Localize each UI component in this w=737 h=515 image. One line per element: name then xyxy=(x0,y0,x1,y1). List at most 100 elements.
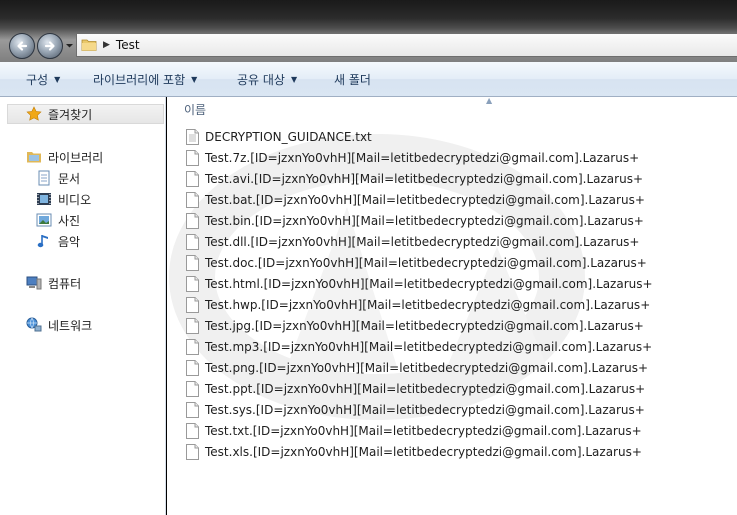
computer-icon xyxy=(26,275,42,291)
file-row[interactable]: Test.xls.[ID=jzxnYo0vhH][Mail=letitbedec… xyxy=(186,441,726,462)
chevron-down-icon: ▼ xyxy=(54,74,61,84)
file-name: Test.txt.[ID=jzxnYo0vhH][Mail=letitbedec… xyxy=(205,423,642,438)
blank-file-icon xyxy=(186,254,199,271)
file-name: Test.doc.[ID=jzxnYo0vhH][Mail=letitbedec… xyxy=(205,255,647,270)
folder-icon xyxy=(81,39,97,51)
file-name: Test.html.[ID=jzxnYo0vhH][Mail=letitbede… xyxy=(205,276,653,291)
file-list-pane: 이름 ▲ DECRYPTION_GUIDANCE.txt Test.7z.[ID=… xyxy=(167,97,737,515)
file-name: Test.bat.[ID=jzxnYo0vhH][Mail=letitbedec… xyxy=(205,192,645,207)
blank-file-icon xyxy=(186,443,199,460)
blank-file-icon xyxy=(186,338,199,355)
command-bar: 구성 ▼ 라이브러리에 포함 ▼ 공유 대상 ▼ 새 폴더 xyxy=(0,62,737,97)
file-name: Test.sys.[ID=jzxnYo0vhH][Mail=letitbedec… xyxy=(205,402,645,417)
file-name: Test.png.[ID=jzxnYo0vhH][Mail=letitbedec… xyxy=(205,360,649,375)
film-icon xyxy=(36,191,52,207)
address-bar[interactable]: ▶ Test xyxy=(76,33,737,57)
blank-file-icon xyxy=(186,191,199,208)
sidebar-item-label: 문서 xyxy=(58,171,81,186)
file-name: DECRYPTION_GUIDANCE.txt xyxy=(205,129,372,144)
chevron-down-icon xyxy=(66,44,73,48)
sidebar-item-pictures[interactable]: 사진 xyxy=(36,211,80,229)
picture-icon xyxy=(36,212,52,228)
file-name: Test.hwp.[ID=jzxnYo0vhH][Mail=letitbedec… xyxy=(205,297,651,312)
blank-file-icon xyxy=(186,317,199,334)
file-name: Test.bin.[ID=jzxnYo0vhH][Mail=letitbedec… xyxy=(205,213,644,228)
file-row[interactable]: Test.txt.[ID=jzxnYo0vhH][Mail=letitbedec… xyxy=(186,420,726,441)
network-icon xyxy=(26,317,42,333)
organize-menu[interactable]: 구성 ▼ xyxy=(26,71,60,88)
file-row[interactable]: Test.bat.[ID=jzxnYo0vhH][Mail=letitbedec… xyxy=(186,189,726,210)
file-name: Test.mp3.[ID=jzxnYo0vhH][Mail=letitbedec… xyxy=(205,339,653,354)
file-list: DECRYPTION_GUIDANCE.txt Test.7z.[ID=jzxnY… xyxy=(186,126,726,462)
blank-file-icon xyxy=(186,212,199,229)
include-in-library-label: 라이브러리에 포함 xyxy=(93,72,186,87)
sidebar-item-videos[interactable]: 비디오 xyxy=(36,190,91,208)
sidebar-item-documents[interactable]: 문서 xyxy=(36,169,80,187)
favorites-item[interactable]: 즐겨찾기 xyxy=(7,104,164,124)
window-titlebar: ▶ Test xyxy=(0,0,737,62)
file-row[interactable]: Test.doc.[ID=jzxnYo0vhH][Mail=letitbedec… xyxy=(186,252,726,273)
back-arrow-icon xyxy=(17,41,28,51)
file-name: Test.jpg.[ID=jzxnYo0vhH][Mail=letitbedec… xyxy=(205,318,644,333)
file-row[interactable]: Test.avi.[ID=jzxnYo0vhH][Mail=letitbedec… xyxy=(186,168,726,189)
new-folder-label: 새 폴더 xyxy=(334,72,371,87)
column-header-name[interactable]: 이름 xyxy=(184,101,206,118)
file-row[interactable]: Test.sys.[ID=jzxnYo0vhH][Mail=letitbedec… xyxy=(186,399,726,420)
favorites-label: 즐겨찾기 xyxy=(48,107,93,122)
blank-file-icon xyxy=(186,359,199,376)
share-with-label: 공유 대상 xyxy=(237,72,285,87)
organize-label: 구성 xyxy=(26,72,49,87)
file-row[interactable]: Test.7z.[ID=jzxnYo0vhH][Mail=letitbedecr… xyxy=(186,147,726,168)
library-icon xyxy=(26,149,42,165)
recent-pages-dropdown[interactable] xyxy=(65,41,74,50)
blank-file-icon xyxy=(186,233,199,250)
chevron-down-icon: ▼ xyxy=(290,74,298,84)
blank-file-icon xyxy=(186,275,199,292)
back-button[interactable] xyxy=(9,33,35,59)
file-row[interactable]: Test.dll.[ID=jzxnYo0vhH][Mail=letitbedec… xyxy=(186,231,726,252)
sidebar-item-label: 사진 xyxy=(58,213,81,228)
file-name: Test.dll.[ID=jzxnYo0vhH][Mail=letitbedec… xyxy=(205,234,640,249)
sidebar-item-network[interactable]: 네트워크 xyxy=(26,316,92,334)
sidebar-item-label: 비디오 xyxy=(58,192,92,207)
forward-arrow-icon xyxy=(44,41,55,51)
music-note-icon xyxy=(36,233,52,249)
breadcrumb-current[interactable]: Test xyxy=(116,38,140,52)
file-row[interactable]: Test.html.[ID=jzxnYo0vhH][Mail=letitbede… xyxy=(186,273,726,294)
file-row[interactable]: Test.hwp.[ID=jzxnYo0vhH][Mail=letitbedec… xyxy=(186,294,726,315)
blank-file-icon xyxy=(186,401,199,418)
file-name: Test.avi.[ID=jzxnYo0vhH][Mail=letitbedec… xyxy=(205,171,643,186)
text-file-icon xyxy=(186,128,199,145)
sidebar-item-music[interactable]: 음악 xyxy=(36,232,80,250)
file-row[interactable]: Test.png.[ID=jzxnYo0vhH][Mail=letitbedec… xyxy=(186,357,726,378)
document-icon xyxy=(36,170,52,186)
file-row[interactable]: DECRYPTION_GUIDANCE.txt xyxy=(186,126,726,147)
sidebar-item-libraries[interactable]: 라이브러리 xyxy=(26,148,103,166)
blank-file-icon xyxy=(186,422,199,439)
file-row[interactable]: Test.ppt.[ID=jzxnYo0vhH][Mail=letitbedec… xyxy=(186,378,726,399)
sidebar-item-label: 라이브러리 xyxy=(48,150,104,165)
file-row[interactable]: Test.jpg.[ID=jzxnYo0vhH][Mail=letitbedec… xyxy=(186,315,726,336)
include-in-library-menu[interactable]: 라이브러리에 포함 ▼ xyxy=(93,71,197,88)
sidebar-item-label: 컴퓨터 xyxy=(48,276,82,291)
blank-file-icon xyxy=(186,170,199,187)
breadcrumb-separator-icon[interactable]: ▶ xyxy=(103,40,110,50)
navigation-pane: 즐겨찾기 라이브러리 문서 비디오 사진 음악 컴퓨터 네트워크 xyxy=(0,97,166,515)
sidebar-item-label: 네트워크 xyxy=(48,318,93,333)
chevron-down-icon: ▼ xyxy=(191,74,198,84)
sidebar-item-computer[interactable]: 컴퓨터 xyxy=(26,274,81,292)
sort-ascending-icon: ▲ xyxy=(486,97,493,105)
sidebar-item-label: 음악 xyxy=(58,234,81,249)
new-folder-button[interactable]: 새 폴더 xyxy=(334,71,371,88)
file-name: Test.xls.[ID=jzxnYo0vhH][Mail=letitbedec… xyxy=(205,444,642,459)
blank-file-icon xyxy=(186,296,199,313)
file-row[interactable]: Test.bin.[ID=jzxnYo0vhH][Mail=letitbedec… xyxy=(186,210,726,231)
share-with-menu[interactable]: 공유 대상 ▼ xyxy=(237,71,297,88)
star-icon xyxy=(26,106,42,121)
file-name: Test.ppt.[ID=jzxnYo0vhH][Mail=letitbedec… xyxy=(205,381,646,396)
blank-file-icon xyxy=(186,380,199,397)
blank-file-icon xyxy=(186,149,199,166)
file-name: Test.7z.[ID=jzxnYo0vhH][Mail=letitbedecr… xyxy=(205,150,640,165)
forward-button[interactable] xyxy=(37,33,63,59)
file-row[interactable]: Test.mp3.[ID=jzxnYo0vhH][Mail=letitbedec… xyxy=(186,336,726,357)
